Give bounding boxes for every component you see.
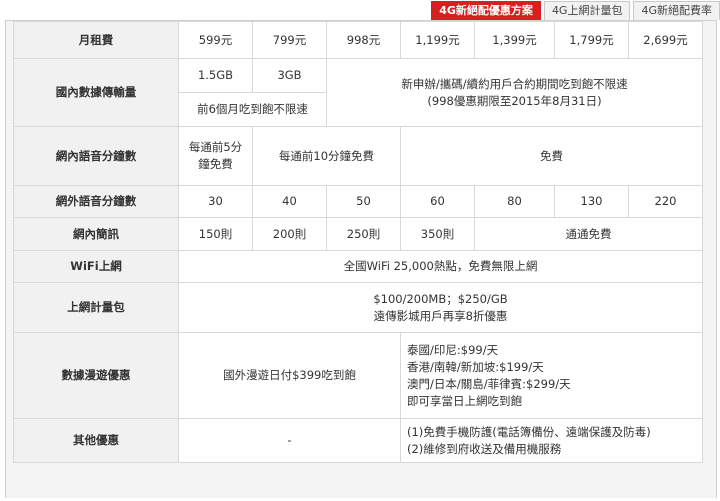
fee-cell: 799元 [252, 21, 327, 59]
offnet-voice-cell: 130 [554, 185, 629, 218]
plan-tabs: 4G新絕配優惠方案 4G上網計量包 4G新絕配費率 [428, 0, 720, 20]
table-row-offnet-voice: 網外語音分鐘數 30 40 50 60 80 130 220 [13, 185, 703, 218]
sms-cell: 350則 [400, 217, 475, 251]
row-label-monthly-fee: 月租費 [13, 21, 179, 59]
row-label-roaming: 數據漫遊優惠 [13, 332, 179, 419]
offnet-voice-cell: 50 [326, 185, 401, 218]
first-6-months-cell: 前6個月吃到飽不限速 [178, 92, 327, 127]
table-row-wifi: WiFi上網 全國WiFi 25,000熱點，免費無限上網 [13, 250, 703, 283]
data-pack-cell: $100/200MB；$250/GB 遠傳影城用戶再享8折優惠 [178, 282, 703, 333]
other-left-cell: - [178, 418, 401, 463]
roaming-rate-line: 香港/南韓/新加坡:$199/天 [407, 359, 544, 374]
unlimited-data-note: (998優惠期限至2015年8月31日) [427, 93, 602, 108]
row-label-wifi: WiFi上網 [13, 250, 179, 283]
table-row-monthly-fee: 月租費 599元 799元 998元 1,199元 1,399元 1,799元 … [13, 21, 703, 59]
table-row-onnet-voice: 網內語音分鐘數 每通前5分 鐘免費 每通前10分鐘免費 免費 [13, 126, 703, 186]
unlimited-data-cell: 新申辦/攜碼/續約用戶合約期間吃到飽不限速 (998優惠期限至2015年8月31… [326, 58, 703, 127]
row-label-domestic-data: 國內數據傳輸量 [13, 58, 179, 127]
offnet-voice-cell: 80 [474, 185, 555, 218]
offnet-voice-cell: 60 [400, 185, 475, 218]
wifi-cell: 全國WiFi 25,000熱點，免費無限上網 [178, 250, 703, 283]
roaming-rate-line: 即可享當日上網吃到飽 [407, 393, 522, 408]
offnet-voice-cell: 220 [628, 185, 703, 218]
onnet-voice-599-line1: 每通前5分 [188, 140, 243, 154]
onnet-voice-599-line2: 鐘免費 [198, 157, 233, 171]
sms-cell: 200則 [252, 217, 327, 251]
data-cell: 3GB [252, 58, 327, 93]
fee-cell: 998元 [326, 21, 401, 59]
row-label-offnet-voice: 網外語音分鐘數 [13, 185, 179, 218]
table-row-onnet-sms: 網內簡訊 150則 200則 250則 350則 通通免費 [13, 217, 703, 251]
roaming-rates-cell: 泰國/印尼:$99/天 香港/南韓/新加坡:$199/天 澳門/日本/關島/菲律… [400, 332, 703, 419]
data-cell: 1.5GB [178, 58, 253, 93]
fee-cell: 1,799元 [554, 21, 629, 59]
data-pack-prices: $100/200MB；$250/GB [373, 291, 508, 306]
fee-cell: 1,399元 [474, 21, 555, 59]
data-pack-discount: 遠傳影城用戶再享8折優惠 [373, 308, 508, 323]
plan-comparison-table: 月租費 599元 799元 998元 1,199元 1,399元 1,799元 … [13, 21, 703, 463]
roaming-daily-cell: 國外漫遊日付$399吃到飽 [178, 332, 401, 419]
table-row-data-pack: 上網計量包 $100/200MB；$250/GB 遠傳影城用戶再享8折優惠 [13, 282, 703, 333]
table-row-roaming: 數據漫遊優惠 國外漫遊日付$399吃到飽 泰國/印尼:$99/天 香港/南韓/新… [13, 332, 703, 419]
row-label-onnet-voice: 網內語音分鐘數 [13, 126, 179, 186]
sms-cell: 150則 [178, 217, 253, 251]
roaming-rate-line: 澳門/日本/關島/菲律賓:$299/天 [407, 376, 571, 391]
unlimited-data-text: 新申辦/攜碼/續約用戶合約期間吃到飽不限速 [401, 76, 628, 91]
sms-free-cell: 通通免費 [474, 217, 703, 251]
onnet-voice-599-cell: 每通前5分 鐘免費 [178, 126, 253, 186]
onnet-voice-799-998-cell: 每通前10分鐘免費 [252, 126, 401, 186]
offnet-voice-cell: 40 [252, 185, 327, 218]
other-benefits-cell: (1)免費手機防護(電話簿備份、遠端保護及防毒) (2)維修到府收送及備用機服務 [400, 418, 703, 463]
onnet-voice-free-cell: 免費 [400, 126, 703, 186]
tab-4g-rates[interactable]: 4G新絕配費率 [633, 1, 720, 20]
tab-4g-plan-offers[interactable]: 4G新絕配優惠方案 [431, 1, 541, 20]
row-label-data-pack: 上網計量包 [13, 282, 179, 333]
fee-cell: 1,199元 [400, 21, 475, 59]
row-label-other: 其他優惠 [13, 418, 179, 463]
offnet-voice-cell: 30 [178, 185, 253, 218]
tab-4g-data-pack[interactable]: 4G上網計量包 [543, 1, 631, 20]
row-label-onnet-sms: 網內簡訊 [13, 217, 179, 251]
other-benefit-line: (2)維修到府收送及備用機服務 [407, 441, 562, 456]
sms-cell: 250則 [326, 217, 401, 251]
table-row-domestic-data: 國內數據傳輸量 1.5GB 3GB 新申辦/攜碼/續約用戶合約期間吃到飽不限速 … [13, 58, 703, 127]
roaming-rate-line: 泰國/印尼:$99/天 [407, 342, 499, 357]
fee-cell: 599元 [178, 21, 253, 59]
other-benefit-line: (1)免費手機防護(電話簿備份、遠端保護及防毒) [407, 424, 651, 439]
table-row-other: 其他優惠 - (1)免費手機防護(電話簿備份、遠端保護及防毒) (2)維修到府收… [13, 418, 703, 463]
fee-cell: 2,699元 [628, 21, 703, 59]
